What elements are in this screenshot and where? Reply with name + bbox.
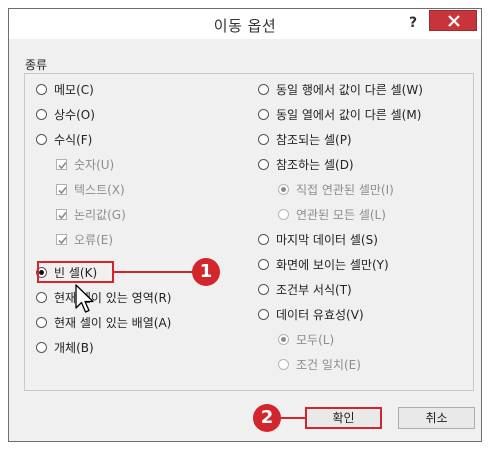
callout-2-badge: 2 bbox=[253, 404, 281, 432]
option-label: 직접 연관된 셀만(I) bbox=[296, 182, 394, 197]
check-icon bbox=[58, 236, 67, 244]
option-label: 참조되는 셀(P) bbox=[276, 132, 352, 147]
option-text[interactable]: 텍스트(X) bbox=[56, 180, 125, 198]
option-all-levels[interactable]: 연관된 모든 셀(L) bbox=[278, 205, 386, 223]
radio-visible-cells[interactable] bbox=[258, 258, 269, 270]
option-conditional-formats[interactable]: 조건부 서식(T) bbox=[258, 280, 352, 298]
check-icon bbox=[58, 211, 67, 219]
option-column-differences[interactable]: 동일 열에서 값이 다른 셀(M) bbox=[258, 105, 421, 123]
option-current-array[interactable]: 현재 셀이 있는 배열(A) bbox=[36, 313, 171, 331]
option-current-region[interactable]: 현재 셀이 있는 영역(R) bbox=[36, 288, 171, 306]
option-dependents[interactable]: 참조하는 셀(D) bbox=[258, 155, 354, 173]
radio-precedents[interactable] bbox=[258, 133, 269, 145]
close-button[interactable] bbox=[429, 10, 477, 31]
radio-column-differences[interactable] bbox=[258, 108, 269, 120]
option-label: 숫자(U) bbox=[74, 157, 115, 172]
option-direct-only[interactable]: 직접 연관된 셀만(I) bbox=[278, 180, 394, 198]
radio-current-region[interactable] bbox=[36, 291, 47, 303]
help-button[interactable]: ? bbox=[402, 13, 424, 33]
mouse-pointer-icon bbox=[75, 284, 94, 313]
option-label: 오류(E) bbox=[74, 232, 114, 247]
group-label-type: 종류 bbox=[25, 58, 48, 72]
option-label: 수식(F) bbox=[54, 132, 93, 147]
radio-direct-only[interactable] bbox=[278, 183, 289, 195]
option-constants[interactable]: 상수(O) bbox=[36, 105, 95, 123]
option-label: 상수(O) bbox=[54, 107, 95, 122]
check-icon bbox=[58, 161, 67, 169]
radio-last-cell[interactable] bbox=[258, 233, 269, 245]
callout-1-line bbox=[114, 271, 194, 273]
option-precedents[interactable]: 참조되는 셀(P) bbox=[258, 130, 352, 148]
option-label: 메모(C) bbox=[54, 82, 94, 97]
radio-all-levels[interactable] bbox=[278, 208, 289, 220]
option-validation-all[interactable]: 모두(L) bbox=[278, 330, 334, 348]
option-logicals[interactable]: 논리값(G) bbox=[56, 205, 126, 223]
option-row-differences[interactable]: 동일 행에서 값이 다른 셀(W) bbox=[258, 80, 423, 98]
ok-button[interactable]: 확인 bbox=[305, 407, 382, 429]
option-label: 데이터 유효성(V) bbox=[276, 307, 364, 322]
title-bar: 이동 옵션 ? bbox=[9, 9, 481, 39]
radio-current-array[interactable] bbox=[36, 316, 47, 328]
option-label: 개체(B) bbox=[54, 340, 94, 355]
radio-comments[interactable] bbox=[36, 83, 47, 95]
radio-dependents[interactable] bbox=[258, 158, 269, 170]
option-label: 조건 일치(E) bbox=[296, 357, 361, 372]
option-label: 마지막 데이터 셀(S) bbox=[276, 232, 378, 247]
radio-row-differences[interactable] bbox=[258, 83, 269, 95]
option-label: 모두(L) bbox=[296, 332, 335, 347]
radio-formulas[interactable] bbox=[36, 133, 47, 145]
go-to-special-dialog: 이동 옵션 ? 종류 메모(C) 상수(O) 수식(F) 숫자(U) 텍스트(X… bbox=[8, 8, 482, 442]
option-objects[interactable]: 개체(B) bbox=[36, 338, 94, 356]
option-comments[interactable]: 메모(C) bbox=[36, 80, 94, 98]
option-label: 동일 행에서 값이 다른 셀(W) bbox=[276, 82, 423, 97]
option-label: 현재 셀이 있는 영역(R) bbox=[54, 290, 172, 305]
option-label: 현재 셀이 있는 배열(A) bbox=[54, 315, 172, 330]
radio-constants[interactable] bbox=[36, 108, 47, 120]
checkbox-logicals[interactable] bbox=[56, 208, 67, 220]
cancel-button[interactable]: 취소 bbox=[398, 407, 475, 429]
option-data-validation[interactable]: 데이터 유효성(V) bbox=[258, 305, 364, 323]
option-label: 조건부 서식(T) bbox=[276, 282, 352, 297]
blanks-highlight-box bbox=[37, 261, 114, 283]
option-last-cell[interactable]: 마지막 데이터 셀(S) bbox=[258, 230, 378, 248]
checkbox-numbers[interactable] bbox=[56, 158, 67, 170]
option-label: 참조하는 셀(D) bbox=[276, 157, 354, 172]
option-label: 화면에 보이는 셀만(Y) bbox=[276, 257, 389, 272]
radio-conditional-formats[interactable] bbox=[258, 283, 269, 295]
option-visible-cells[interactable]: 화면에 보이는 셀만(Y) bbox=[258, 255, 389, 273]
option-formulas[interactable]: 수식(F) bbox=[36, 130, 92, 148]
radio-data-validation[interactable] bbox=[258, 308, 269, 320]
close-icon bbox=[448, 15, 460, 27]
radio-validation-same[interactable] bbox=[278, 358, 289, 370]
option-errors[interactable]: 오류(E) bbox=[56, 230, 113, 248]
option-label: 논리값(G) bbox=[74, 207, 126, 222]
radio-objects[interactable] bbox=[36, 341, 47, 353]
callout-2-line bbox=[280, 417, 305, 419]
checkbox-text[interactable] bbox=[56, 183, 67, 195]
option-validation-same[interactable]: 조건 일치(E) bbox=[278, 355, 361, 373]
check-icon bbox=[58, 186, 67, 194]
option-label: 텍스트(X) bbox=[74, 182, 125, 197]
callout-1-badge: 1 bbox=[192, 258, 220, 286]
option-label: 동일 열에서 값이 다른 셀(M) bbox=[276, 107, 422, 122]
option-numbers[interactable]: 숫자(U) bbox=[56, 155, 114, 173]
option-label: 연관된 모든 셀(L) bbox=[296, 207, 386, 222]
radio-validation-all[interactable] bbox=[278, 333, 289, 345]
checkbox-errors[interactable] bbox=[56, 233, 67, 245]
